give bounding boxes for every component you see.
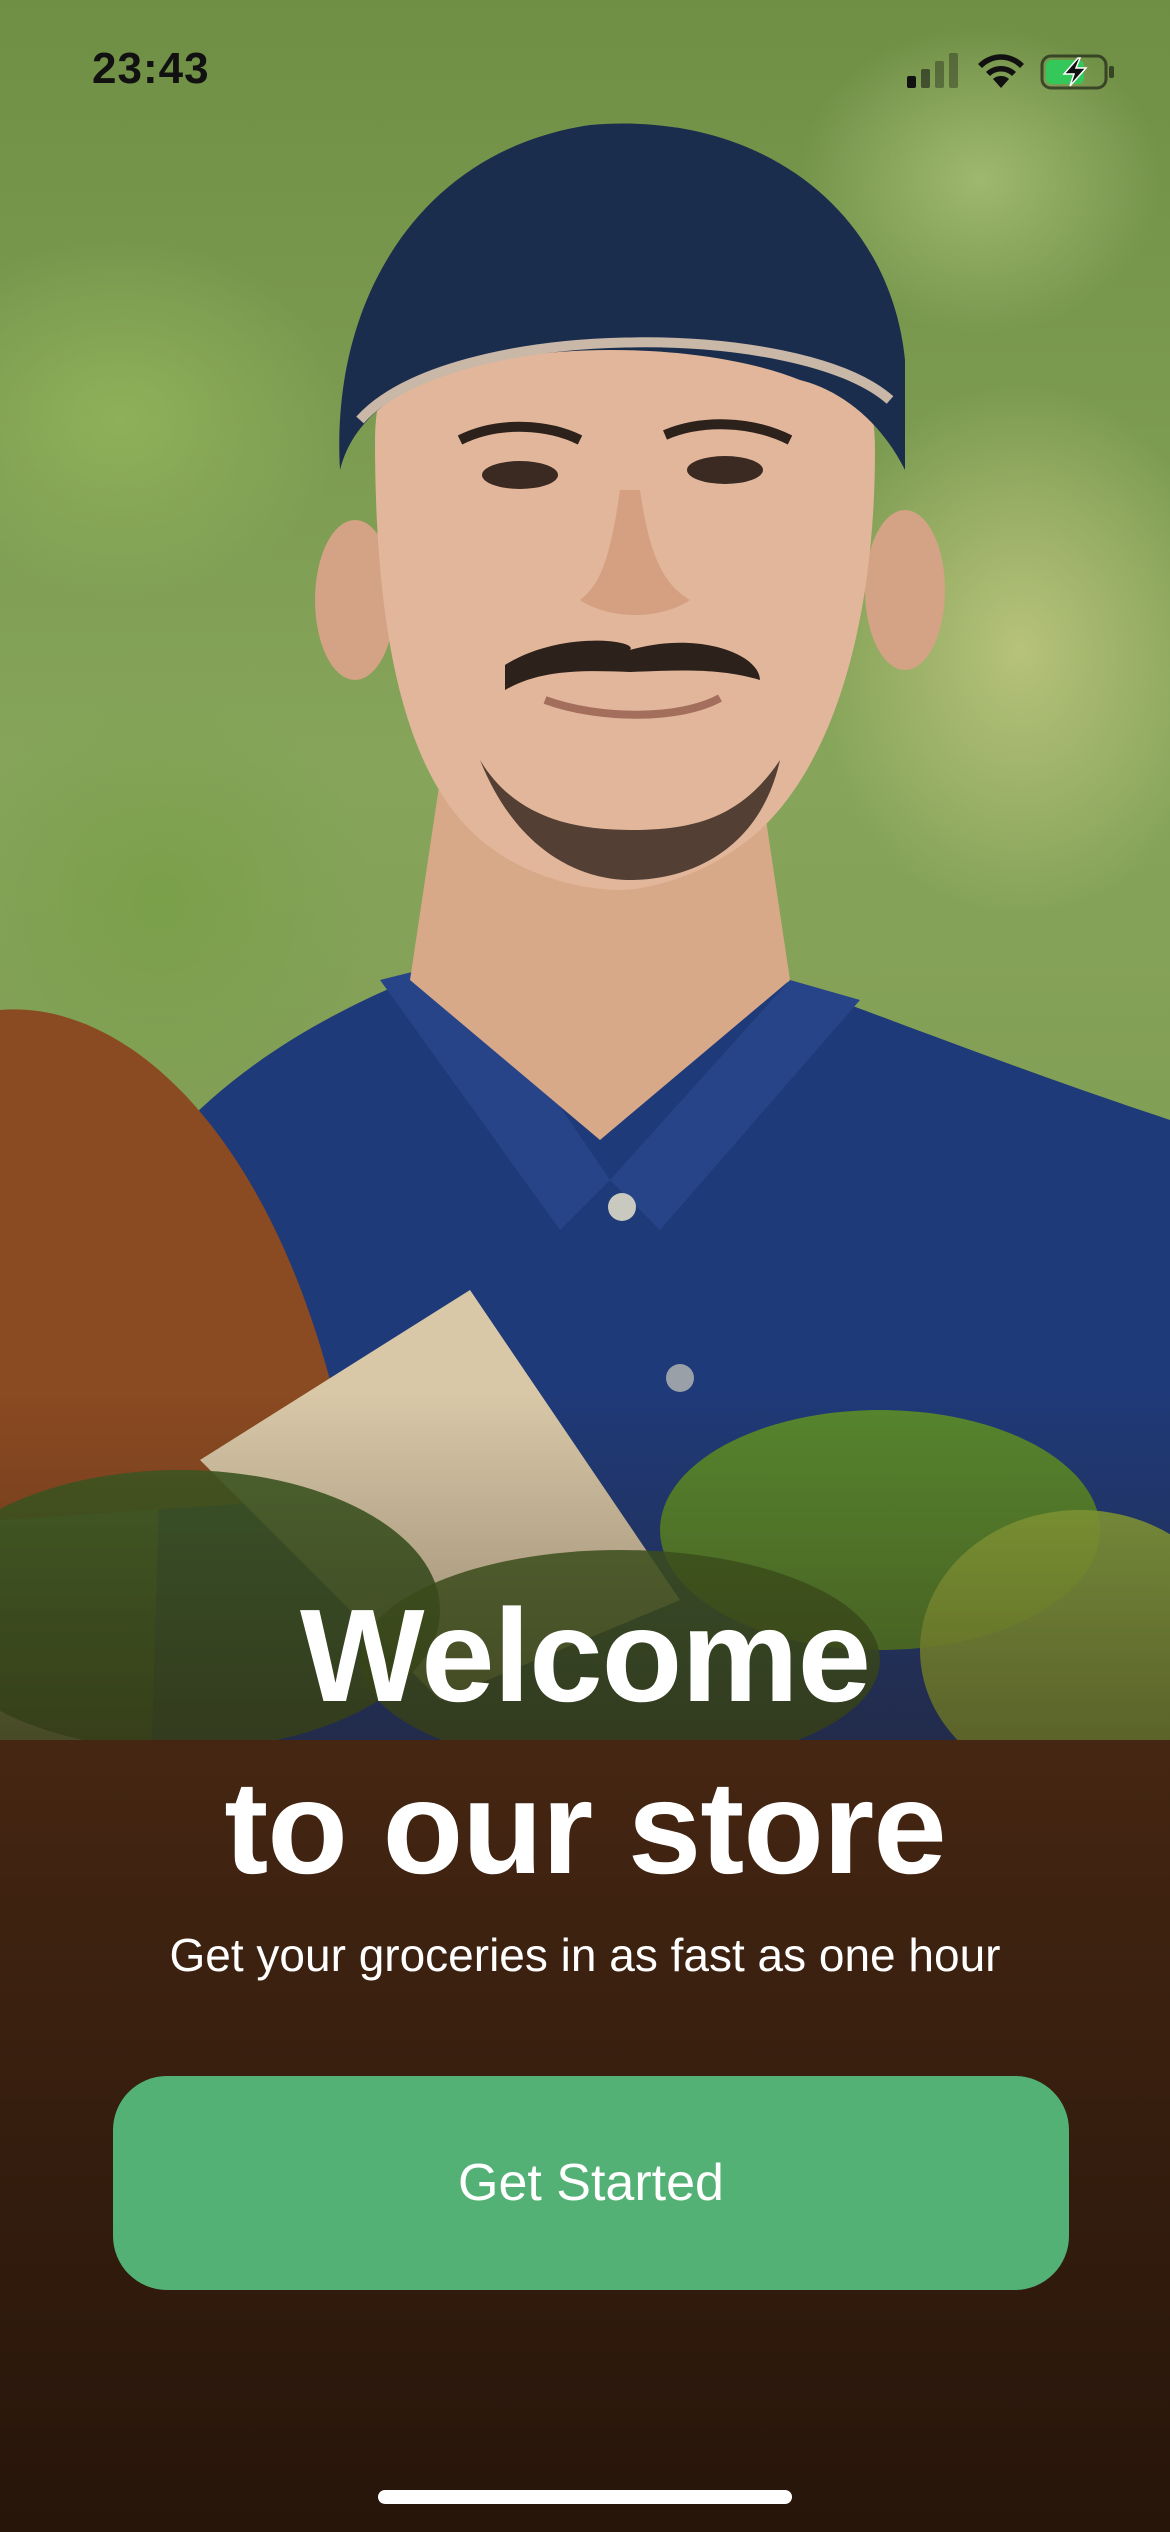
welcome-subtitle: Get your groceries in as fast as one hou… [169,1929,1001,1981]
battery-charging-icon [1040,54,1114,90]
status-bar: 23:43 [0,0,1170,150]
signal-icon [907,53,958,88]
get-started-button[interactable]: Get Started [113,2076,1069,2290]
wifi-icon [978,54,1024,88]
welcome-title-line-2: to our store [224,1754,946,1901]
home-indicator [378,2490,792,2504]
welcome-title-line-1: Welcome [299,1582,871,1729]
status-time: 23:43 [92,44,210,93]
welcome-title: Welcome to our store [0,1570,1170,1914]
onboarding-screen: 23:43 Welcome to our store Get your groc… [0,0,1170,2532]
